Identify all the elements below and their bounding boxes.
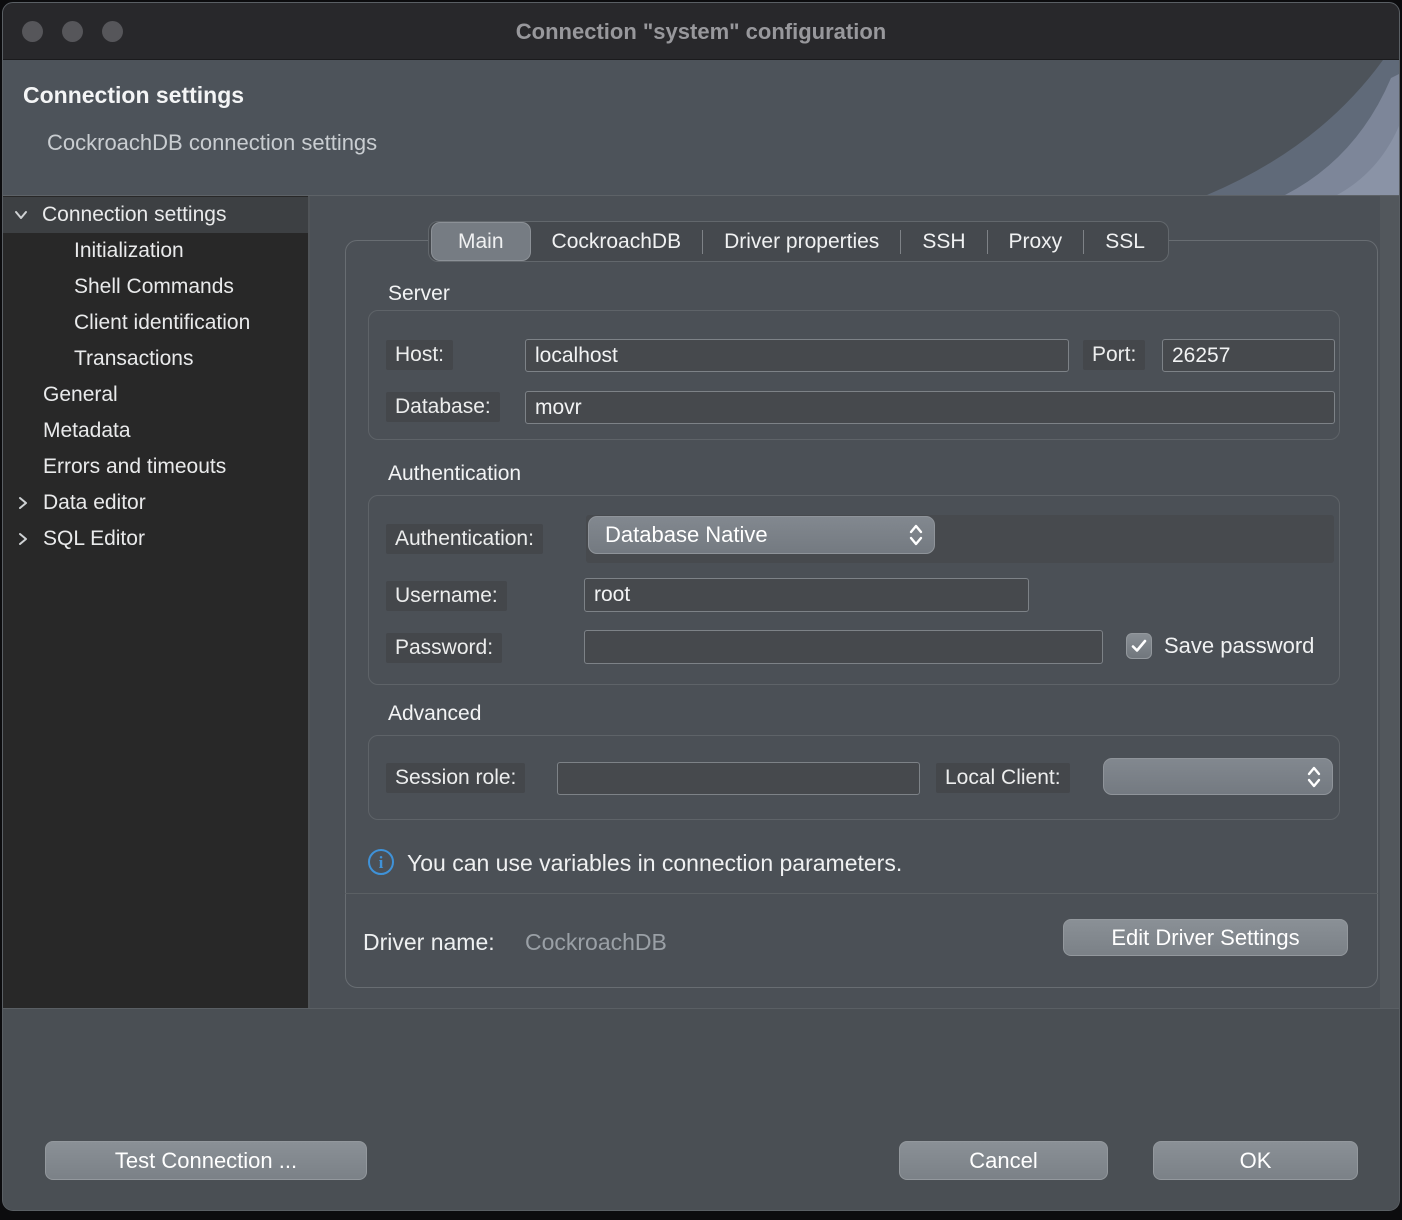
tree-item-connection-settings[interactable]: Connection settings xyxy=(3,197,308,233)
right-gutter xyxy=(1380,196,1400,1008)
username-input[interactable] xyxy=(584,578,1029,612)
main-content: Main CockroachDB Driver properties SSH P… xyxy=(312,196,1400,1008)
password-input[interactable] xyxy=(584,630,1103,664)
window-title: Connection "system" configuration xyxy=(3,3,1399,60)
connection-config-dialog: Connection "system" configuration Connec… xyxy=(2,2,1400,1211)
save-password-label: Save password xyxy=(1164,633,1314,658)
authentication-section-title: Authentication xyxy=(388,462,521,486)
port-input[interactable] xyxy=(1162,339,1335,372)
cancel-button[interactable]: Cancel xyxy=(899,1141,1108,1180)
authentication-label: Authentication: xyxy=(386,524,543,554)
tree-item-data-editor[interactable]: Data editor xyxy=(3,485,308,521)
tree-item-initialization[interactable]: Initialization xyxy=(3,233,308,269)
settings-tree: Connection settings Initialization Shell… xyxy=(3,196,310,1008)
tree-item-sql-editor[interactable]: SQL Editor xyxy=(3,521,308,557)
tree-item-transactions[interactable]: Transactions xyxy=(3,341,308,377)
page-title: Connection settings xyxy=(23,82,244,109)
host-label: Host: xyxy=(386,340,453,370)
chevron-right-icon xyxy=(15,531,31,547)
authentication-select[interactable]: Database Native xyxy=(588,516,935,554)
session-role-label: Session role: xyxy=(386,763,525,793)
chevron-down-icon xyxy=(13,207,29,223)
title-bar: Connection "system" configuration xyxy=(3,3,1399,60)
dialog-header: Connection settings CockroachDB connecti… xyxy=(3,60,1399,196)
updown-chevrons-icon xyxy=(1306,764,1322,790)
tree-item-metadata[interactable]: Metadata xyxy=(3,413,308,449)
updown-chevrons-icon xyxy=(908,522,924,548)
password-label: Password: xyxy=(386,633,502,663)
local-client-select[interactable] xyxy=(1103,758,1333,795)
advanced-section-title: Advanced xyxy=(388,702,481,726)
database-input[interactable] xyxy=(525,391,1335,424)
tab-ssl[interactable]: SSL xyxy=(1084,223,1166,260)
save-password-checkbox[interactable] xyxy=(1126,633,1152,659)
decorative-swoosh xyxy=(1169,60,1399,195)
host-input[interactable] xyxy=(525,339,1069,372)
tree-item-errors-and-timeouts[interactable]: Errors and timeouts xyxy=(3,449,308,485)
ok-button[interactable]: OK xyxy=(1153,1141,1358,1180)
port-label: Port: xyxy=(1083,340,1145,370)
tab-main[interactable]: Main xyxy=(431,222,531,261)
info-text: You can use variables in connection para… xyxy=(407,850,902,877)
edit-driver-settings-button[interactable]: Edit Driver Settings xyxy=(1063,919,1348,956)
server-section-title: Server xyxy=(388,282,450,306)
username-label: Username: xyxy=(386,581,507,611)
test-connection-button[interactable]: Test Connection ... xyxy=(45,1141,367,1180)
info-icon: i xyxy=(368,849,394,875)
tab-ssh[interactable]: SSH xyxy=(901,223,986,260)
checkmark-icon xyxy=(1130,637,1148,655)
dialog-footer: Test Connection ... Cancel OK xyxy=(3,1008,1399,1211)
database-label: Database: xyxy=(386,392,500,422)
tree-item-shell-commands[interactable]: Shell Commands xyxy=(3,269,308,305)
separator xyxy=(345,893,1378,894)
chevron-right-icon xyxy=(15,495,31,511)
page-subtitle: CockroachDB connection settings xyxy=(47,130,377,156)
driver-name-value: CockroachDB xyxy=(525,929,667,956)
tab-cockroachdb[interactable]: CockroachDB xyxy=(531,223,703,260)
tab-driver-properties[interactable]: Driver properties xyxy=(703,223,900,260)
local-client-label: Local Client: xyxy=(936,763,1070,793)
tree-item-client-identification[interactable]: Client identification xyxy=(3,305,308,341)
tree-item-general[interactable]: General xyxy=(3,377,308,413)
tab-bar: Main CockroachDB Driver properties SSH P… xyxy=(428,221,1169,262)
session-role-input[interactable] xyxy=(557,762,920,795)
tab-proxy[interactable]: Proxy xyxy=(988,223,1084,260)
driver-name-label: Driver name: xyxy=(363,929,495,956)
